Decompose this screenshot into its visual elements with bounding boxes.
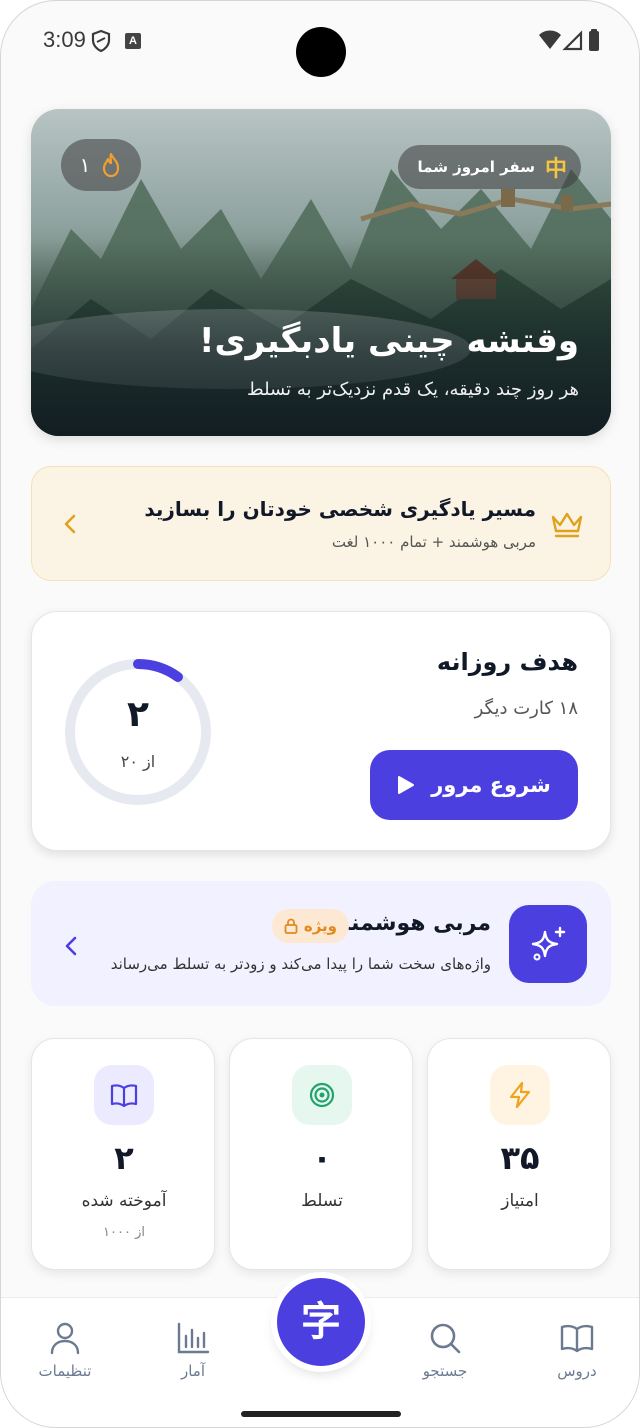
play-icon [398, 776, 415, 794]
shield-icon [91, 29, 111, 53]
phone-screen: 3:09 A ۱ 中 سفر امروز شما وقتشه چینی یادب… [0, 0, 640, 1428]
journey-label: سفر امروز شما [417, 158, 535, 176]
ai-coach-icon-box [509, 905, 587, 983]
nav-label: دروس [557, 1362, 597, 1380]
nav-item-lessons[interactable]: دروس [527, 1320, 627, 1380]
ai-coach-description: واژه‌های سخت شما را پیدا می‌کند و زودتر … [110, 955, 491, 973]
target-icon [309, 1082, 335, 1108]
premium-badge-label: ویژه [303, 917, 337, 935]
stat-label: آموخته شده [81, 1191, 167, 1211]
goal-count: ۲ [127, 694, 149, 735]
hero-banner[interactable]: ۱ 中 سفر امروز شما وقتشه چینی یادبگیری! ه… [31, 109, 611, 436]
signal-icon [562, 30, 583, 51]
hero-title: وقتشه چینی یادبگیری! [198, 321, 579, 361]
chevron-left-icon [65, 936, 77, 956]
daily-goal-card: هدف روزانه ۱۸ کارت دیگر شروع مرور ۲ از ۲… [31, 611, 611, 851]
chinese-glyph-icon: 中 [544, 157, 567, 182]
wifi-icon [539, 30, 561, 49]
stat-value: ۲ [114, 1139, 134, 1177]
stat-label: تسلط [301, 1191, 343, 1211]
streak-count: ۱ [79, 153, 91, 177]
book-icon [110, 1084, 138, 1108]
status-icons [539, 29, 599, 51]
status-time: 3:09 [43, 27, 86, 52]
stat-card-points: ۳۵ امتیاز [427, 1038, 611, 1270]
nav-item-search[interactable]: جستجو [395, 1320, 495, 1380]
stat-icon-box [94, 1065, 154, 1125]
goal-total: از ۲۰ [120, 752, 156, 771]
flame-icon [103, 152, 120, 178]
bottom-navigation: دروس جستجو 字 آمار تنظیمات [1, 1278, 639, 1427]
nav-label: آمار [180, 1362, 206, 1380]
lock-icon [284, 918, 298, 934]
stat-sub: از ۱۰۰۰ [103, 1225, 145, 1240]
chevron-left-icon [64, 514, 76, 534]
nav-item-settings[interactable]: تنظیمات [15, 1320, 115, 1380]
premium-subtitle: مربی هوشمند + تمام ۱۰۰۰ لغت [331, 533, 536, 551]
keyboard-indicator-icon: A [125, 33, 141, 49]
streak-counter[interactable]: ۱ [61, 139, 141, 191]
status-bar: 3:09 A [1, 1, 639, 83]
stat-label: امتیاز [501, 1191, 539, 1211]
nav-center-practice-button[interactable]: 字 [277, 1278, 365, 1366]
start-review-label: شروع مرور [431, 773, 551, 797]
stat-card-mastery: ۰ تسلط [229, 1038, 413, 1270]
lightning-icon [509, 1081, 531, 1109]
home-indicator[interactable] [241, 1411, 401, 1417]
sparkle-icon [531, 926, 566, 961]
camera-cutout [296, 27, 346, 77]
battery-icon [589, 31, 599, 51]
stat-icon-box [292, 1065, 352, 1125]
premium-title: مسیر یادگیری شخصی خودتان را بسازید [144, 497, 536, 521]
ai-coach-card[interactable]: مربی هوشمند ویژه واژه‌های سخت شما را پید… [31, 881, 611, 1006]
stat-icon-box [490, 1065, 550, 1125]
today-journey-badge: 中 سفر امروز شما [397, 145, 581, 189]
user-icon [50, 1322, 80, 1355]
hero-subtitle: هر روز چند دقیقه، یک قدم نزدیک‌تر به تسل… [246, 379, 579, 400]
ai-coach-title: مربی هوشمند [338, 911, 491, 936]
nav-label: تنظیمات [38, 1362, 92, 1380]
nav-label: جستجو [422, 1362, 468, 1380]
bar-chart-icon [177, 1322, 210, 1354]
daily-goal-title: هدف روزانه [436, 648, 578, 676]
premium-upsell-banner[interactable]: مسیر یادگیری شخصی خودتان را بسازید مربی … [31, 466, 611, 581]
search-icon [430, 1323, 461, 1354]
premium-badge: ویژه [271, 909, 349, 943]
stat-value: ۳۵ [500, 1139, 540, 1177]
cards-remaining: ۱۸ کارت دیگر [474, 698, 578, 719]
stat-card-learned: ۲ آموخته شده از ۱۰۰۰ [31, 1038, 215, 1270]
start-review-button[interactable]: شروع مرور [370, 750, 578, 820]
stat-value: ۰ [312, 1139, 332, 1177]
crown-icon [551, 512, 583, 538]
nav-item-stats[interactable]: آمار [143, 1320, 243, 1380]
book-icon [560, 1324, 594, 1353]
